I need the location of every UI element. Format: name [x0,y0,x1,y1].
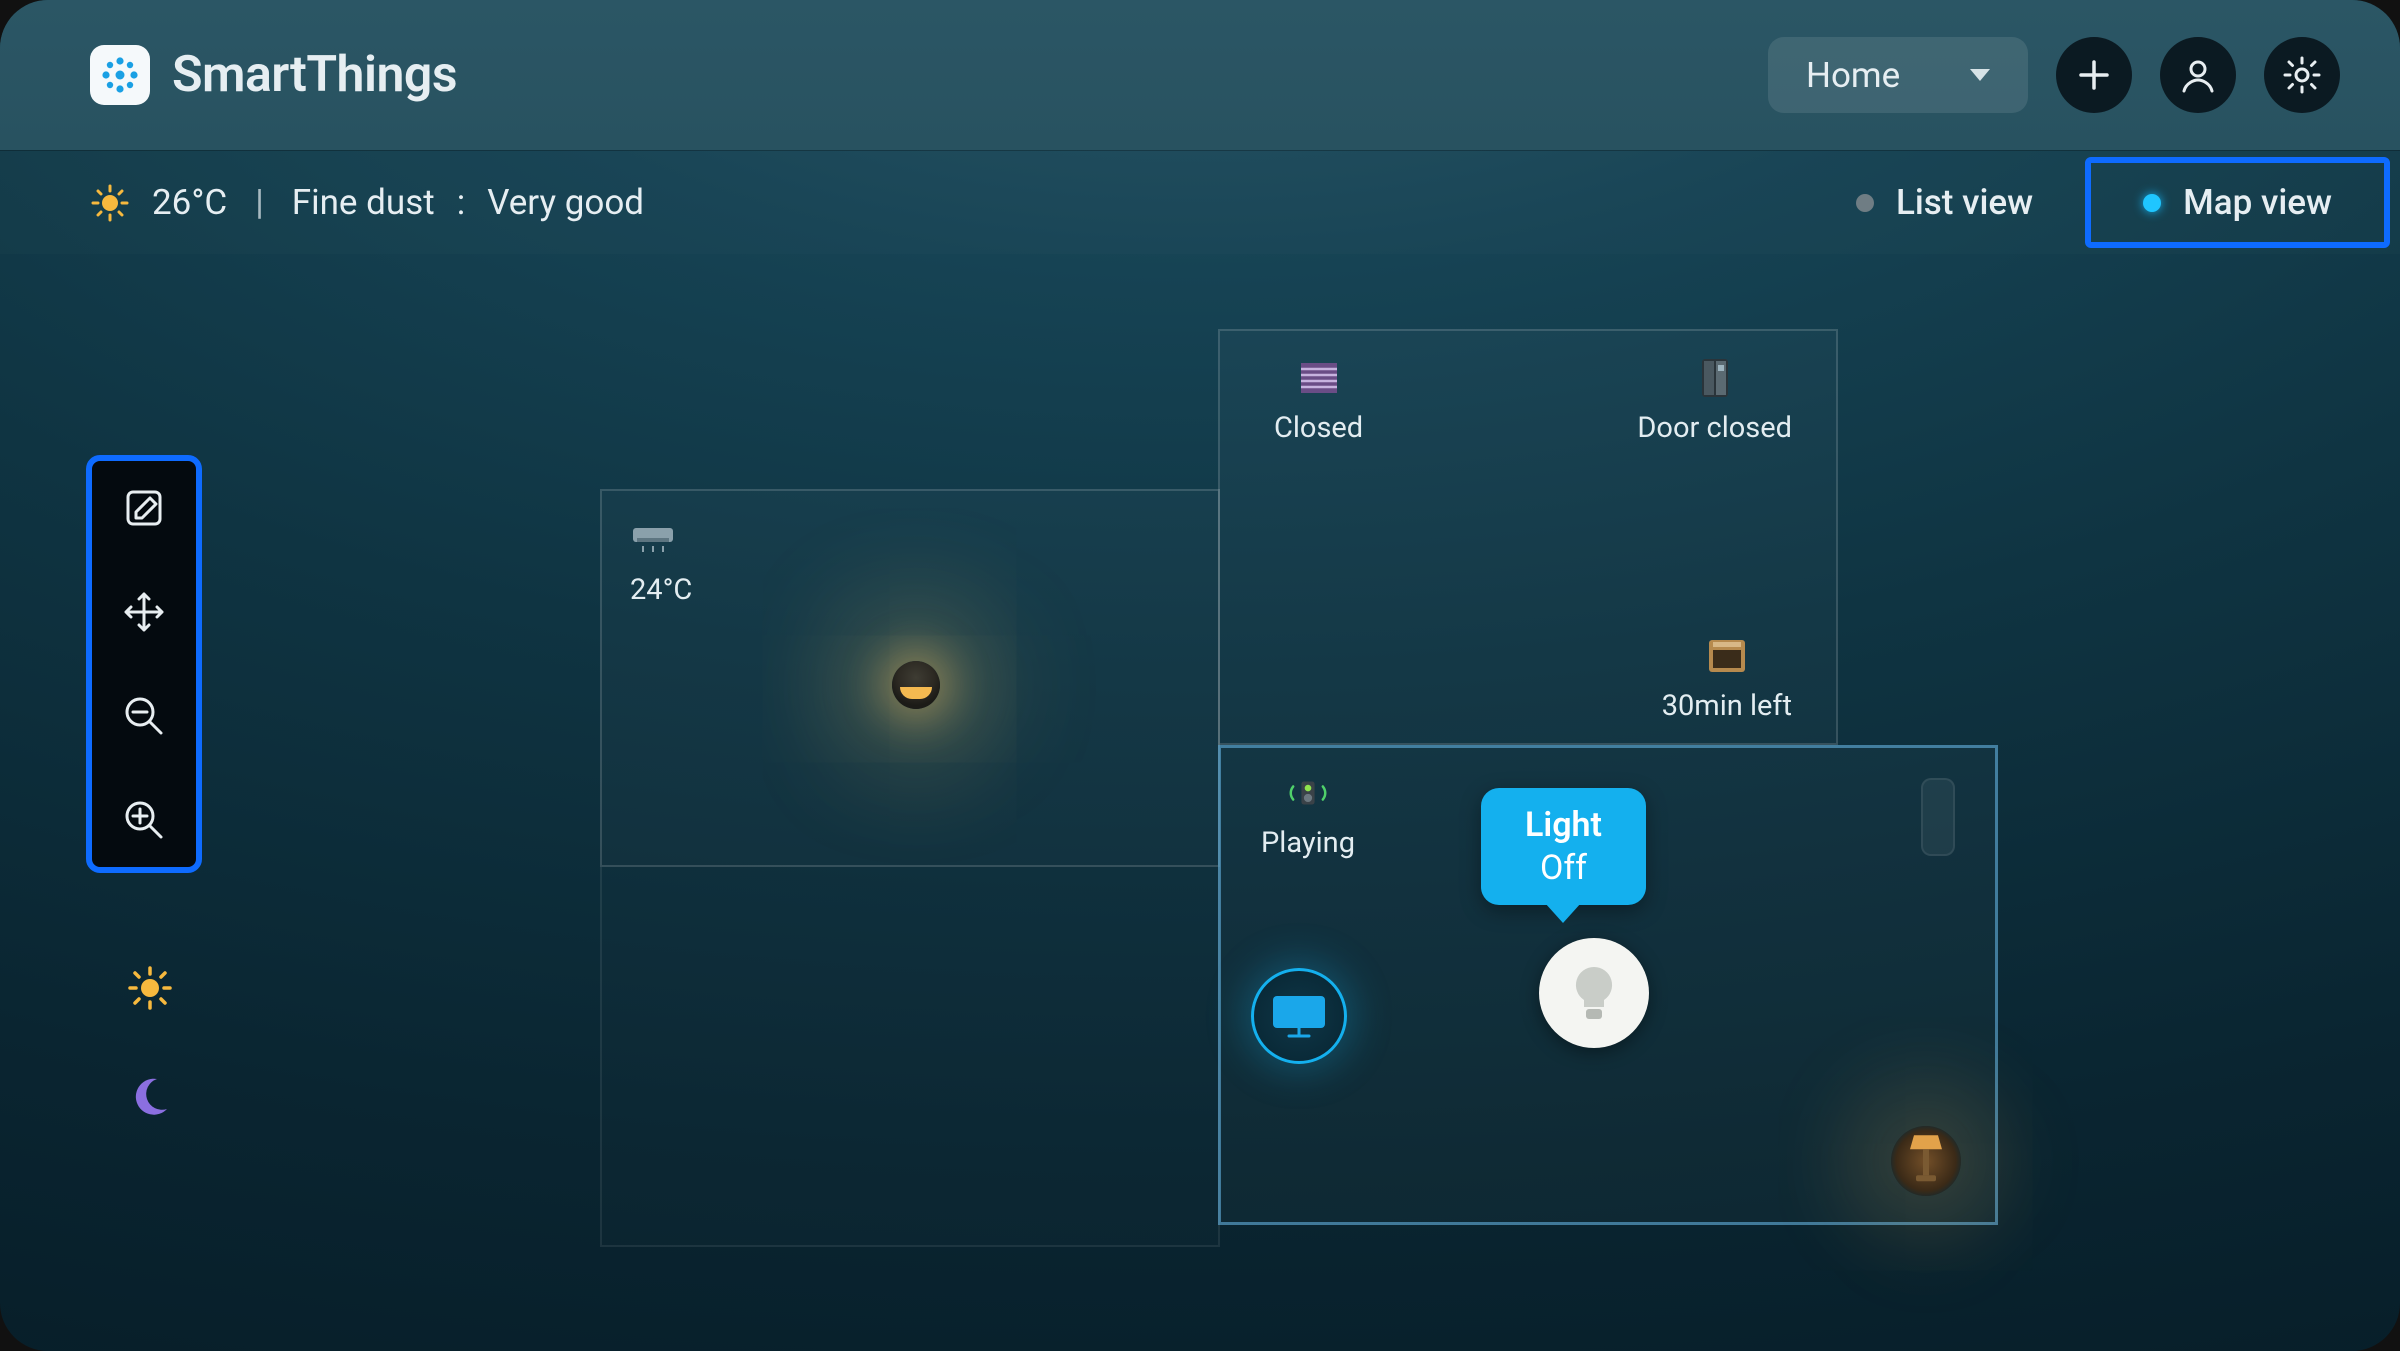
device-label: 30min left [1662,689,1792,723]
add-button[interactable] [2056,37,2132,113]
light-tooltip: Light Off [1481,788,1646,905]
weather-status[interactable]: 26°C | Fine dust : Very good [90,182,644,223]
lamp-icon [1906,1131,1946,1185]
device-label: Door closed [1637,411,1792,445]
oven-icon [1704,633,1750,679]
location-select-label: Home [1806,55,1900,96]
bulb-icon [1568,963,1620,1023]
weather-air-colon: : [457,182,465,223]
device-light[interactable] [1539,938,1649,1048]
view-option-label: Map view [2183,182,2332,223]
speaker-icon [1285,770,1331,816]
ac-icon [630,517,676,563]
chevron-down-icon [1970,69,1990,81]
weather-air-label: Fine dust [292,182,435,223]
blinds-icon [1296,355,1342,401]
settings-button[interactable] [2264,37,2340,113]
device-battery[interactable] [1921,778,1955,856]
device-lamp[interactable] [1891,1126,1961,1196]
view-option-map[interactable]: Map view [2085,157,2390,248]
view-option-list[interactable]: List view [1804,151,2085,254]
radio-dot-icon [1856,194,1874,212]
device-oven[interactable]: 30min left [1662,633,1792,723]
room-left[interactable]: 24°C [600,489,1220,867]
device-fridge[interactable]: Door closed [1637,355,1792,445]
person-icon [2178,55,2218,95]
app-window: SmartThings Home [0,0,2400,1351]
location-select[interactable]: Home [1768,37,2028,113]
radio-dot-active-icon [2143,194,2161,212]
fridge-icon [1692,355,1738,401]
logo-mark-icon [90,45,150,105]
header-actions: Home [1768,37,2340,113]
gear-icon [2281,54,2323,96]
profile-button[interactable] [2160,37,2236,113]
tv-icon [1269,992,1329,1040]
app-title: SmartThings [172,46,457,104]
weather-air-value: Very good [487,182,644,223]
tooltip-line-2: Off [1525,847,1602,890]
map-canvas[interactable]: 24°C Closed [40,254,2360,1311]
device-tv[interactable] [1251,968,1347,1064]
ceiling-light-icon[interactable] [892,661,940,709]
room-left-lower[interactable] [600,867,1220,1247]
tooltip-line-1: Light [1525,804,1602,847]
room-bottom-right[interactable]: Playing Light Off [1218,745,1998,1225]
device-label: Playing [1261,826,1355,860]
weather-divider: | [255,182,264,223]
plus-icon [2075,56,2113,94]
app-logo: SmartThings [90,45,457,105]
device-label: Closed [1274,411,1363,445]
subheader: 26°C | Fine dust : Very good List view M… [0,150,2400,254]
app-header: SmartThings Home [0,0,2400,150]
device-speaker[interactable]: Playing [1261,770,1355,860]
weather-temperature: 26°C [152,182,227,223]
weather-sun-icon [90,183,130,223]
device-label: 24°C [630,573,692,607]
view-option-label: List view [1896,182,2033,223]
view-toggle: List view Map view [1804,151,2400,254]
device-blinds[interactable]: Closed [1274,355,1363,445]
room-top-right[interactable]: Closed Door closed [1218,329,1838,745]
device-ac[interactable]: 24°C [630,517,692,607]
